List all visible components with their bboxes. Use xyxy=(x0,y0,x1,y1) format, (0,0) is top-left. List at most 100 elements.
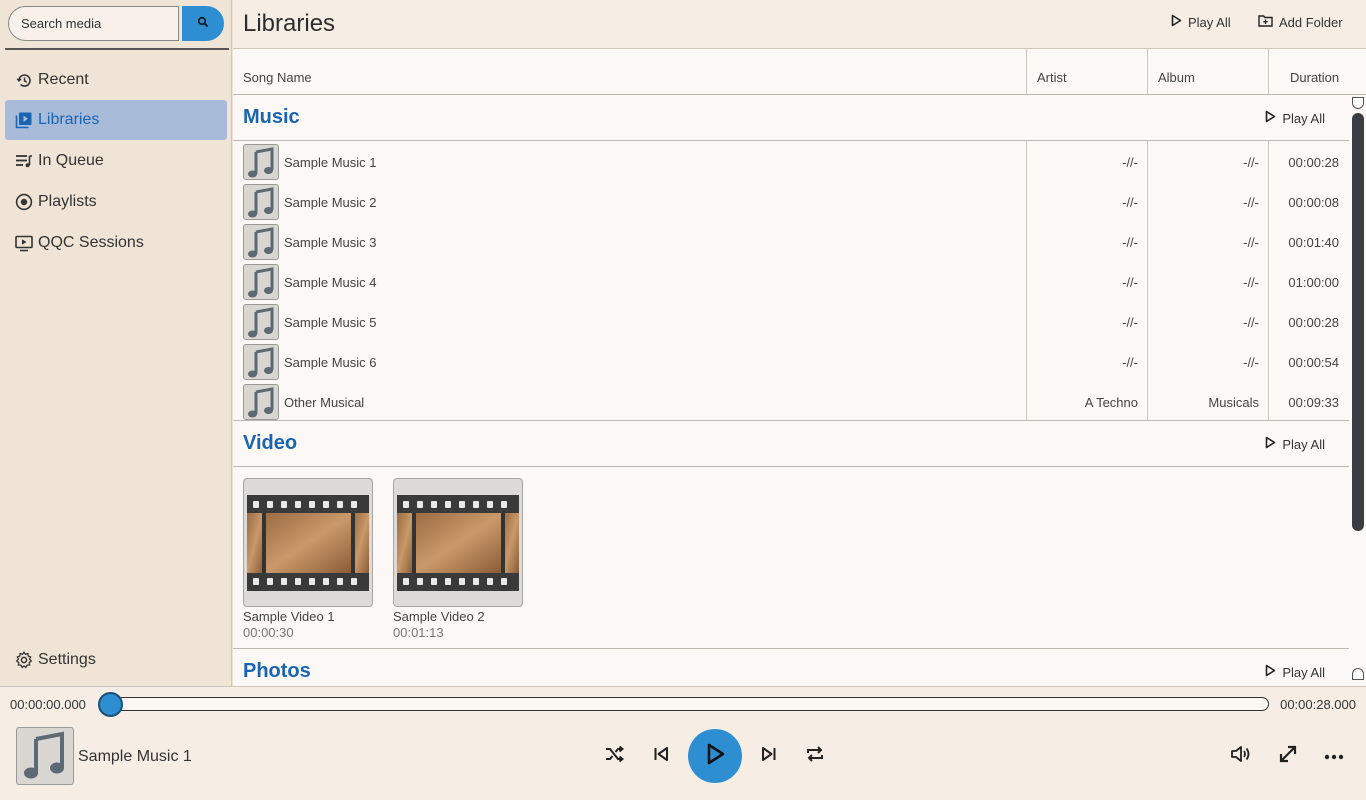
song-name: Sample Music 6 xyxy=(284,355,377,370)
column-song-name[interactable]: Song Name xyxy=(243,70,312,85)
shuffle-icon xyxy=(604,745,625,768)
photos-play-all-button[interactable]: Play All xyxy=(1265,664,1325,680)
video-title: Sample Video 2 xyxy=(393,609,485,624)
add-folder-label: Add Folder xyxy=(1279,14,1343,30)
sidebar-item-settings[interactable]: Settings xyxy=(5,640,227,680)
song-duration: 00:00:54 xyxy=(1288,355,1339,370)
column-duration[interactable]: Duration xyxy=(1290,70,1339,85)
more-options-button[interactable] xyxy=(1320,744,1348,768)
folder-plus-icon xyxy=(1258,14,1279,30)
song-artist: -//- xyxy=(1122,355,1138,370)
scroll-thumb[interactable] xyxy=(1352,113,1364,531)
song-album: -//- xyxy=(1243,235,1259,250)
sidebar-item-in-queue[interactable]: In Queue xyxy=(5,141,227,181)
song-name: Sample Music 1 xyxy=(284,155,377,170)
sidebar-item-recent[interactable]: Recent xyxy=(5,60,227,100)
more-horizontal-icon xyxy=(1324,747,1344,765)
song-artist: A Techno xyxy=(1084,395,1138,410)
seek-bar[interactable] xyxy=(111,697,1269,711)
volume-icon xyxy=(1230,745,1252,768)
section-title: Photos xyxy=(243,660,311,682)
sidebar-item-qqc-sessions[interactable]: QQC Sessions xyxy=(5,223,227,263)
scroll-down-cap[interactable] xyxy=(1352,668,1364,680)
seek-handle[interactable] xyxy=(98,692,123,717)
play-all-button[interactable]: Play All xyxy=(1171,14,1231,30)
sidebar-item-label: Recent xyxy=(38,71,89,88)
repeat-icon xyxy=(805,744,825,769)
song-album: -//- xyxy=(1243,315,1259,330)
song-album: -//- xyxy=(1243,355,1259,370)
video-play-all-button[interactable]: Play All xyxy=(1265,436,1325,452)
column-header: Song Name Artist Album Duration xyxy=(233,49,1366,95)
table-row[interactable]: Sample Music 3 -//- -//- 00:01:40 xyxy=(233,221,1349,261)
song-album: -//- xyxy=(1243,155,1259,170)
table-row[interactable]: Sample Music 6 -//- -//- 00:00:54 xyxy=(233,341,1349,381)
search-button[interactable] xyxy=(182,6,224,41)
section-title: Music xyxy=(243,106,300,128)
table-row[interactable]: Sample Music 4 -//- -//- 01:00:00 xyxy=(233,261,1349,301)
add-folder-button[interactable]: Add Folder xyxy=(1258,14,1343,30)
sidebar-item-playlists[interactable]: Playlists xyxy=(5,182,227,222)
volume-button[interactable] xyxy=(1227,744,1255,768)
song-duration: 00:00:28 xyxy=(1288,155,1339,170)
top-bar: Libraries Play All Add Folder xyxy=(233,0,1366,49)
music-note-icon xyxy=(243,304,279,340)
song-name: Sample Music 3 xyxy=(284,235,377,250)
film-icon xyxy=(393,478,523,607)
music-note-icon xyxy=(243,384,279,420)
song-album: Musicals xyxy=(1208,395,1259,410)
table-row[interactable]: Other Musical A Techno Musicals 00:09:33 xyxy=(233,381,1349,421)
sidebar-item-label: In Queue xyxy=(38,152,104,169)
music-play-all-button[interactable]: Play All xyxy=(1265,110,1325,126)
sidebar-item-label: Playlists xyxy=(38,193,97,210)
play-icon xyxy=(704,742,726,771)
table-row[interactable]: Sample Music 5 -//- -//- 00:00:28 xyxy=(233,301,1349,341)
table-row[interactable]: Sample Music 1 -//- -//- 00:00:28 xyxy=(233,141,1349,181)
song-duration: 00:09:33 xyxy=(1288,395,1339,410)
video-card[interactable]: Sample Video 1 00:00:30 xyxy=(243,478,373,640)
player-bar: 00:00:00.000 00:00:28.000 Sample Music 1 xyxy=(0,686,1366,800)
music-note-icon xyxy=(243,264,279,300)
page-title: Libraries xyxy=(243,10,336,37)
shuffle-button[interactable] xyxy=(600,744,628,768)
repeat-button[interactable] xyxy=(801,744,829,768)
column-album[interactable]: Album xyxy=(1158,70,1195,85)
song-album: -//- xyxy=(1243,275,1259,290)
music-note-icon xyxy=(16,727,74,785)
sidebar: Recent Libraries In Queue Playlists QQC … xyxy=(0,0,232,686)
section-title: Video xyxy=(243,432,298,454)
play-all-label: Play All xyxy=(1282,664,1325,680)
expand-icon xyxy=(1278,744,1298,769)
photos-section-header: Photos Play All xyxy=(233,649,1349,686)
song-artist: -//- xyxy=(1122,155,1138,170)
fullscreen-button[interactable] xyxy=(1274,744,1302,768)
table-row[interactable]: Sample Music 2 -//- -//- 00:00:08 xyxy=(233,181,1349,221)
gear-icon xyxy=(15,651,33,669)
music-note-icon xyxy=(243,184,279,220)
library-icon xyxy=(15,111,33,129)
sidebar-item-libraries[interactable]: Libraries xyxy=(5,100,227,140)
scroll-up-cap[interactable] xyxy=(1352,97,1364,109)
music-section-header: Music Play All xyxy=(233,95,1349,141)
song-artist: -//- xyxy=(1122,275,1138,290)
search-input[interactable] xyxy=(8,6,179,41)
column-divider xyxy=(1147,49,1148,95)
main-content: Libraries Play All Add Folder Song Name … xyxy=(233,0,1366,686)
song-duration: 00:00:28 xyxy=(1288,315,1339,330)
music-note-icon xyxy=(243,144,279,180)
previous-button[interactable] xyxy=(647,744,675,768)
music-note-icon xyxy=(243,224,279,260)
column-artist[interactable]: Artist xyxy=(1037,70,1067,85)
sidebar-item-label: QQC Sessions xyxy=(38,234,144,251)
column-divider xyxy=(1026,49,1027,95)
next-button[interactable] xyxy=(755,744,783,768)
sidebar-item-label: Settings xyxy=(38,651,96,668)
session-icon xyxy=(15,234,33,252)
scrollbar[interactable] xyxy=(1350,95,1366,686)
video-card[interactable]: Sample Video 2 00:01:13 xyxy=(393,478,523,640)
song-artist: -//- xyxy=(1122,315,1138,330)
play-all-label: Play All xyxy=(1188,14,1231,30)
sidebar-item-label: Libraries xyxy=(38,111,100,128)
play-pause-button[interactable] xyxy=(688,729,742,783)
total-time: 00:00:28.000 xyxy=(1280,697,1356,712)
